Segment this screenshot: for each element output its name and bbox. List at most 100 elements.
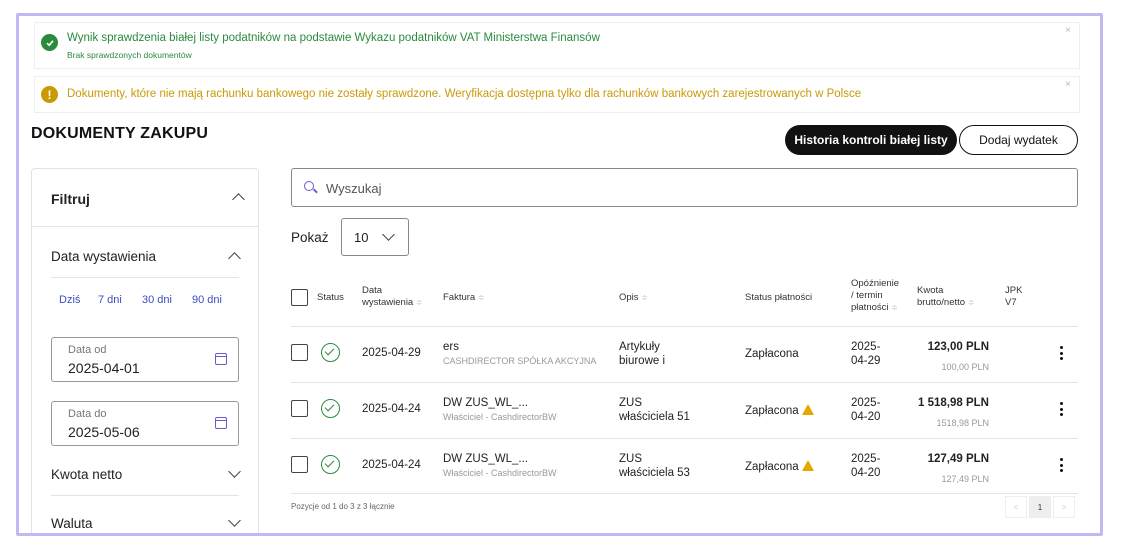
row-due-line2: 04-20 bbox=[851, 411, 881, 423]
header-description[interactable]: Opis ≑ bbox=[619, 292, 648, 304]
check-circle-icon bbox=[41, 34, 58, 51]
filter-header[interactable]: Filtruj bbox=[32, 169, 258, 227]
filter-panel: Filtruj Data wystawienia Dziś 7 dni 30 d… bbox=[31, 168, 259, 533]
divider bbox=[291, 382, 1078, 383]
row-invoice[interactable]: DW ZUS_WL_... Właściciel - CashdirectorB… bbox=[443, 452, 557, 480]
row-gross-amount: 1 518,98 PLN bbox=[918, 397, 989, 409]
header-delay-line3: płatności bbox=[851, 302, 889, 313]
date-to-field[interactable]: Data do 2025-05-06 bbox=[51, 401, 239, 446]
row-description-line1: ZUS bbox=[619, 397, 642, 409]
select-all-checkbox[interactable] bbox=[291, 289, 308, 306]
pagination-summary: Pozycje od 1 do 3 z 3 łącznie bbox=[291, 502, 395, 511]
row-payment-label: Zapłacona bbox=[745, 405, 799, 417]
header-date[interactable]: Data wystawienia ≑ bbox=[362, 285, 423, 309]
header-delay[interactable]: Opóźnienie / termin płatności ≑ bbox=[851, 278, 899, 314]
search-box[interactable] bbox=[291, 168, 1078, 207]
calendar-icon[interactable] bbox=[215, 353, 227, 365]
more-vertical-icon[interactable] bbox=[1060, 402, 1064, 416]
date-from-field[interactable]: Data od 2025-04-01 bbox=[51, 337, 239, 382]
row-gross-amount: 123,00 PLN bbox=[927, 341, 989, 353]
app-frame: Wynik sprawdzenia białej listy podatnikó… bbox=[16, 13, 1103, 536]
success-alert: Wynik sprawdzenia białej listy podatnikó… bbox=[34, 22, 1080, 69]
header-date-line2: wystawienia bbox=[362, 297, 414, 308]
page-size-label: Pokaż bbox=[291, 230, 329, 245]
divider bbox=[51, 495, 239, 496]
header-amount-line2: brutto/netto bbox=[917, 297, 966, 308]
row-date: 2025-04-29 bbox=[362, 347, 421, 359]
chevron-down-icon[interactable] bbox=[228, 514, 241, 527]
row-due-date: 2025- 04-20 bbox=[851, 396, 880, 424]
row-due-line1: 2025- bbox=[851, 341, 881, 353]
row-invoice-number: DW ZUS_WL_... bbox=[443, 397, 528, 409]
row-payment-label: Zapłacona bbox=[745, 461, 799, 473]
warning-alert-text: Dokumenty, które nie mają rachunku banko… bbox=[67, 88, 862, 100]
sort-icon[interactable]: ≑ bbox=[891, 303, 898, 312]
row-checkbox[interactable] bbox=[291, 456, 308, 473]
quick-30-days[interactable]: 30 dni bbox=[142, 294, 172, 306]
row-net-amount: 100,00 PLN bbox=[941, 362, 989, 372]
sort-icon[interactable]: ≑ bbox=[968, 298, 975, 307]
quick-today[interactable]: Dziś bbox=[59, 294, 80, 306]
more-vertical-icon[interactable] bbox=[1060, 346, 1064, 360]
row-description-line2: biurowe i bbox=[619, 355, 666, 367]
page-size-select[interactable]: 10 bbox=[341, 218, 409, 256]
add-expense-button[interactable]: Dodaj wydatek bbox=[959, 125, 1078, 155]
search-icon bbox=[304, 181, 314, 191]
close-icon[interactable]: × bbox=[1065, 79, 1071, 90]
divider bbox=[51, 277, 239, 278]
row-payment-status: Zapłacona bbox=[745, 459, 814, 474]
calendar-icon[interactable] bbox=[215, 417, 227, 429]
header-amount[interactable]: Kwota brutto/netto ≑ bbox=[917, 285, 974, 309]
row-due-line1: 2025- bbox=[851, 453, 881, 465]
net-amount-section-label[interactable]: Kwota netto bbox=[51, 467, 122, 482]
row-description: ZUS właściciela 51 bbox=[619, 396, 690, 424]
header-delay-line2: / termin bbox=[851, 290, 883, 301]
date-section-label[interactable]: Data wystawienia bbox=[51, 249, 156, 264]
prev-page-button[interactable]: < bbox=[1005, 496, 1027, 518]
row-invoice-number: ers bbox=[443, 341, 459, 353]
next-page-button[interactable]: > bbox=[1053, 496, 1075, 518]
date-to-label: Data do bbox=[68, 408, 107, 420]
row-checkbox[interactable] bbox=[291, 344, 308, 361]
row-payment-status: Zapłacona bbox=[745, 348, 799, 360]
page-1-button[interactable]: 1 bbox=[1029, 496, 1051, 518]
sort-icon[interactable]: ≑ bbox=[478, 293, 485, 302]
quick-90-days[interactable]: 90 dni bbox=[192, 294, 222, 306]
row-net-amount: 1518,98 PLN bbox=[936, 418, 989, 428]
chevron-up-icon[interactable] bbox=[228, 252, 241, 265]
row-due-date: 2025- 04-29 bbox=[851, 340, 880, 368]
row-date: 2025-04-24 bbox=[362, 459, 421, 471]
row-description: Artykuły biurowe i bbox=[619, 340, 665, 368]
row-invoice[interactable]: ers CASHDIRECTOR SPÓŁKA AKCYJNA bbox=[443, 340, 596, 368]
sort-icon[interactable]: ≑ bbox=[641, 293, 648, 302]
header-amount-line1: Kwota bbox=[917, 285, 944, 296]
currency-section-label[interactable]: Waluta bbox=[51, 516, 93, 531]
warning-icon bbox=[801, 404, 814, 415]
row-payment-status: Zapłacona bbox=[745, 403, 814, 418]
check-circle-icon bbox=[321, 399, 340, 418]
row-gross-amount: 127,49 PLN bbox=[927, 453, 989, 465]
row-description-line1: ZUS bbox=[619, 453, 642, 465]
chevron-up-icon bbox=[232, 193, 245, 206]
quick-7-days[interactable]: 7 dni bbox=[98, 294, 122, 306]
chevron-down-icon[interactable] bbox=[228, 465, 241, 478]
check-circle-icon bbox=[321, 455, 340, 474]
row-description-line2: właściciela 53 bbox=[619, 467, 690, 479]
warning-icon bbox=[801, 460, 814, 471]
header-date-line1: Data bbox=[362, 285, 383, 296]
header-jpk-line1: JPK bbox=[1005, 285, 1023, 296]
header-delay-line1: Opóźnienie bbox=[851, 278, 900, 289]
row-invoice[interactable]: DW ZUS_WL_... Właściciel - CashdirectorB… bbox=[443, 396, 557, 424]
row-contractor: Właściciel - CashdirectorBW bbox=[443, 412, 557, 422]
row-description: ZUS właściciela 53 bbox=[619, 452, 690, 480]
header-jpk: JPK V7 bbox=[1005, 285, 1022, 309]
history-button[interactable]: Historia kontroli białej listy bbox=[785, 125, 957, 155]
search-input[interactable] bbox=[326, 178, 926, 198]
header-status: Status bbox=[317, 292, 344, 303]
more-vertical-icon[interactable] bbox=[1060, 458, 1064, 472]
close-icon[interactable]: × bbox=[1065, 25, 1071, 36]
sort-icon[interactable]: ≑ bbox=[416, 298, 423, 307]
exclamation-icon: ! bbox=[41, 86, 58, 103]
row-checkbox[interactable] bbox=[291, 400, 308, 417]
header-invoice[interactable]: Faktura ≑ bbox=[443, 292, 485, 304]
